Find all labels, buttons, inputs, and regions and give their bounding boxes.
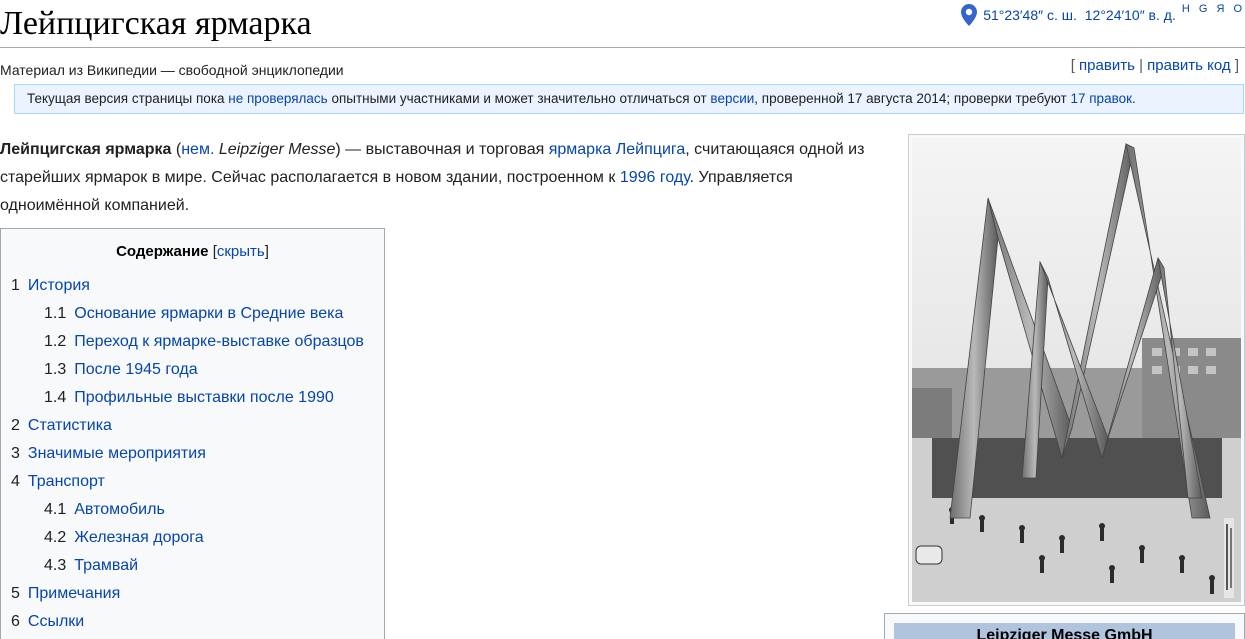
edit-bracket-open: [ (1070, 57, 1075, 74)
site-tagline: Материал из Википедии — свободной энцикл… (0, 62, 344, 78)
toc-item-number: 2 (11, 417, 20, 434)
edit-link[interactable]: править (1079, 57, 1135, 74)
city-link[interactable]: Лейпцига (616, 141, 685, 158)
original-name: Leipziger Messe (218, 141, 336, 158)
toc-item-link[interactable]: Транспорт (28, 473, 105, 490)
toc-item-link[interactable]: Трамвай (74, 557, 138, 574)
toc-item[interactable]: 4.3 Трамвай (1, 552, 384, 580)
toc-item-number: 3 (11, 445, 20, 462)
toc-item[interactable]: 1.1 Основание ярмарки в Средние века (1, 300, 384, 328)
toc-item-number: 1 (11, 277, 20, 294)
edit-separator: | (1139, 57, 1143, 74)
toc-item-link[interactable]: После 1945 года (74, 361, 197, 378)
review-text: опытными участниками и может значительно… (327, 91, 711, 106)
toc-item-number: 6 (11, 613, 20, 630)
pending-edits-link[interactable]: 17 правок (1070, 91, 1132, 106)
toc-item-link[interactable]: Железная дорога (74, 529, 203, 546)
map-service-links[interactable]: H G Я O (1182, 3, 1245, 15)
toc-item-link[interactable]: Автомобиль (74, 501, 165, 518)
toc-item[interactable]: 4 Транспорт (1, 468, 384, 496)
review-notice: Текущая версия страницы пока не проверял… (14, 84, 1244, 114)
toc-item[interactable]: 6 Ссылки (1, 608, 384, 636)
fair-link[interactable]: ярмарка (549, 141, 612, 158)
language-link[interactable]: нем. (181, 141, 214, 158)
toc-item[interactable]: 1.2 Переход к ярмарке-выставке образцов (1, 328, 384, 356)
review-text: Текущая версия страницы пока (27, 91, 229, 106)
toc-item[interactable]: 3 Значимые мероприятия (1, 440, 384, 468)
article-image[interactable] (908, 134, 1245, 606)
toc-item-number: 4.1 (44, 501, 67, 518)
page-title: Лейпцигская ярмарка (0, 5, 312, 42)
edit-links: [ править | править код ] (1071, 57, 1239, 74)
reviewed-version-link[interactable]: версии (710, 91, 754, 106)
toc-item[interactable]: 4.1 Автомобиль (1, 496, 384, 524)
toc-item-number: 5 (11, 585, 20, 602)
review-text: , проверенной 17 августа 2014; проверки … (754, 91, 1071, 106)
toc-item-link[interactable]: Основание ярмарки в Средние века (74, 305, 343, 322)
toc-item-link[interactable]: История (28, 277, 90, 294)
toc-hide-link[interactable]: скрыть (217, 243, 265, 260)
table-of-contents: Содержание [скрыть] 1 История 1.1 Основание… (0, 228, 385, 639)
toc-item-number: 4 (11, 473, 20, 490)
toc-item[interactable]: 2 Статистика (1, 412, 384, 440)
article-subject: Лейпцигская ярмарка (0, 141, 172, 158)
toc-item-number: 1.1 (44, 305, 67, 322)
coordinates: 51°23′48″ с. ш. 12°24′10″ в. д. H G Я O (961, 3, 1245, 26)
toc-item[interactable]: 1 История (1, 272, 384, 300)
toc-item-number: 1.2 (44, 333, 67, 350)
infobox-title: Leipziger Messe GmbH (894, 623, 1235, 639)
lead-paragraph: Лейпцигская ярмарка (нем. Leipziger Mess… (0, 141, 865, 214)
coordinates-longitude[interactable]: 12°24′10″ в. д. (1085, 7, 1176, 23)
toc-item-link[interactable]: Статистика (28, 417, 112, 434)
edit-source-link[interactable]: править код (1147, 57, 1231, 74)
toc-item-number: 1.3 (44, 361, 67, 378)
toc-title: Содержание (116, 243, 209, 260)
toc-item-number: 4.3 (44, 557, 67, 574)
toc-item[interactable]: 4.2 Железная дорога (1, 524, 384, 552)
title-divider (0, 47, 1245, 48)
toc-item-number: 1.4 (44, 389, 67, 406)
toc-header: Содержание [скрыть] (116, 243, 269, 260)
map-pin-icon[interactable] (961, 4, 978, 26)
edit-bracket-close: ] (1234, 57, 1239, 74)
toc-item-link[interactable]: Значимые мероприятия (28, 445, 206, 462)
toc-item-link[interactable]: Примечания (28, 585, 120, 602)
toc-list: 1 История 1.1 Основание ярмарки в Средние в… (1, 272, 384, 636)
toc-item-link[interactable]: Профильные выставки после 1990 (74, 389, 334, 406)
toc-item[interactable]: 1.3 После 1945 года (1, 356, 384, 384)
toc-item-link[interactable]: Переход к ярмарке-выставке образцов (74, 333, 364, 350)
toc-item[interactable]: 1.4 Профильные выставки после 1990 (1, 384, 384, 412)
year-link[interactable]: 1996 году (620, 169, 690, 186)
infobox: Leipziger Messe GmbH (884, 613, 1245, 639)
leipzig-fair-double-m-monument-photo (912, 138, 1241, 602)
toc-item-number: 4.2 (44, 529, 67, 546)
toc-item[interactable]: 5 Примечания (1, 580, 384, 608)
toc-item-link[interactable]: Ссылки (28, 613, 84, 630)
not-reviewed-link[interactable]: не проверялась (228, 91, 327, 106)
coordinates-latitude[interactable]: 51°23′48″ с. ш. (983, 7, 1077, 23)
review-text: . (1132, 91, 1136, 106)
